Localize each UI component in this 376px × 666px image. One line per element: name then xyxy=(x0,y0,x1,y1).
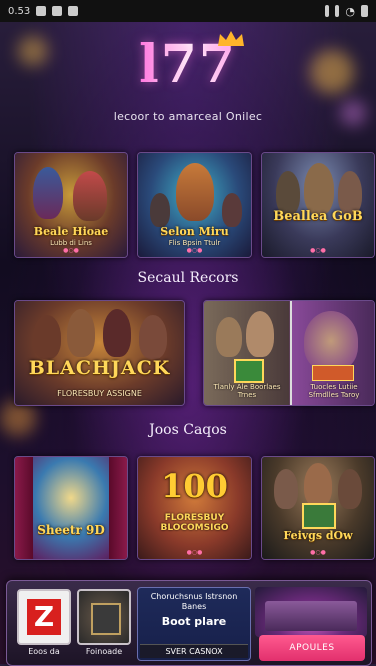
pagination-dots: ●○● xyxy=(310,549,326,556)
game-card[interactable]: Selon Miru Flis Bpsin Ttulr ●○● xyxy=(137,152,252,258)
section-title: Secaul Recors xyxy=(137,270,239,286)
promo-line-1: Choruchsnus Istrsnon Banes xyxy=(150,592,238,611)
slot-icon xyxy=(91,603,121,635)
character-figure xyxy=(33,315,61,359)
slot-symbol xyxy=(234,359,264,383)
character-figure xyxy=(33,167,63,219)
character-figure xyxy=(67,309,95,357)
alert-icon xyxy=(335,5,340,17)
game-subtitle: Lubb di Lins xyxy=(50,239,92,247)
promo-line-2: Boot plare xyxy=(161,615,227,628)
pagination-dots: ●○● xyxy=(310,247,326,254)
character-figure xyxy=(150,193,170,227)
app-logo: l77 xyxy=(0,34,376,95)
app-tile[interactable] xyxy=(77,589,131,645)
game-card[interactable]: Feivgs dOw ●○● xyxy=(261,456,375,560)
game-card[interactable]: Tlanly Ale Boorlaes Trnes Tuocles Lutiie… xyxy=(203,300,375,406)
game-subtitle: FLORESBUY BLOCOMSIGO xyxy=(160,513,229,533)
z-logo-icon: Z xyxy=(27,599,61,635)
game-title: Beallea GoB xyxy=(273,209,363,224)
signal-icon xyxy=(325,5,330,17)
game-subtitle: Tlanly Ale Boorlaes Trnes xyxy=(213,383,281,399)
character-figure xyxy=(73,171,107,221)
promo-line-3: SVER CASNOX xyxy=(140,644,248,658)
app-tile[interactable]: Z xyxy=(17,589,71,645)
game-title: Feivgs dOw xyxy=(283,529,353,542)
app-tile-label: Foinoade xyxy=(85,647,123,656)
character-figure xyxy=(246,311,274,357)
game-title: Beale Hioae xyxy=(33,225,109,238)
divider xyxy=(290,301,292,405)
game-card[interactable]: Beale Hioae Lubb di Lins ●○● xyxy=(14,152,128,258)
pagination-dots: ●○● xyxy=(186,247,203,254)
cta-button[interactable]: APOULES xyxy=(259,635,365,661)
character-figure xyxy=(304,463,332,507)
wifi-icon: ◔ xyxy=(345,4,355,18)
section-title: Joos Caqos xyxy=(149,422,227,438)
game-title: Selon Miru xyxy=(160,225,229,238)
character-figure xyxy=(274,469,298,509)
curtain-left xyxy=(15,457,33,559)
game-card[interactable]: Beallea GoB ●○● xyxy=(261,152,375,258)
box-icon xyxy=(68,6,79,16)
promo-image xyxy=(255,587,367,637)
pagination-dots: ●○● xyxy=(186,549,203,556)
game-subtitle: FLORESBUY ASSIGNE xyxy=(57,389,142,398)
promo-panel[interactable]: Choruchsnus Istrsnon Banes Boot plare SV… xyxy=(137,587,251,661)
game-subtitle: Flis Bpsin Ttulr xyxy=(168,239,221,247)
game-title: BLACHJACK xyxy=(28,357,171,379)
character-figure xyxy=(103,309,131,357)
status-bar: 0.53 ◔ xyxy=(0,0,376,22)
character-figure xyxy=(338,469,362,509)
game-title: Sheetr 9D xyxy=(37,523,105,537)
character-figure xyxy=(304,311,358,371)
character-figure xyxy=(216,317,242,357)
character-figure xyxy=(304,163,334,215)
game-title: 100 xyxy=(161,467,228,505)
game-card[interactable]: 100 FLORESBUY BLOCOMSIGO ●○● xyxy=(137,456,252,560)
crown-icon xyxy=(218,31,244,46)
character-figure xyxy=(176,163,214,221)
curtain-right xyxy=(109,457,127,559)
slot-symbol xyxy=(302,503,336,529)
pagination-dots: ●○● xyxy=(63,247,79,254)
tagline: lecoor to amarceal Onilec xyxy=(113,110,263,123)
slot-symbol xyxy=(312,365,354,381)
game-subtitle: Tuocles Lutiie Sfmdlles Taroy xyxy=(308,383,360,399)
clock: 0.53 xyxy=(8,5,31,17)
character-figure xyxy=(222,193,242,227)
character-figure xyxy=(139,315,167,359)
game-card[interactable]: Sheetr 9D xyxy=(14,456,128,560)
image-icon xyxy=(36,6,47,16)
casino-building xyxy=(265,601,357,631)
game-card[interactable]: BLACHJACK FLORESBUY ASSIGNE xyxy=(14,300,185,406)
card-icon xyxy=(52,6,63,16)
bottom-promo-bar: Z Eoos da Foinoade Choruchsnus Istrsnon … xyxy=(6,580,372,666)
battery-icon xyxy=(361,5,368,17)
